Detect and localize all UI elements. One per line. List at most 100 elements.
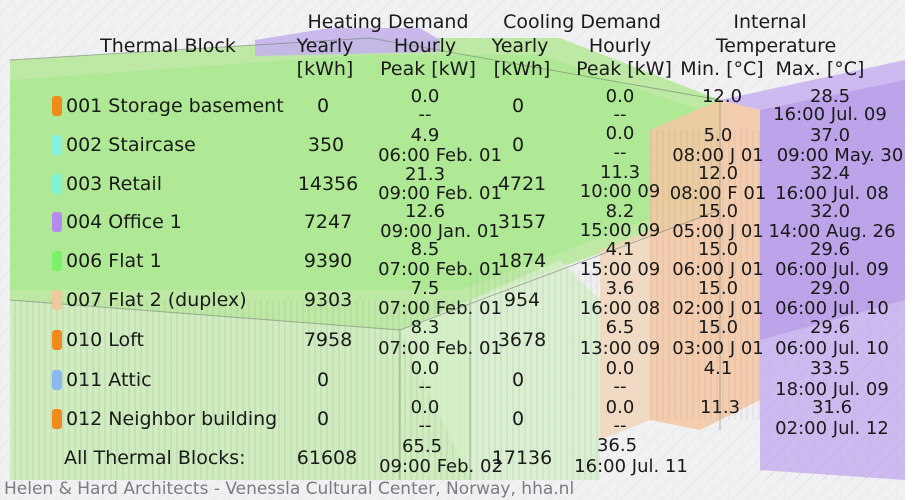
block-color-swatch (52, 330, 62, 350)
cool-peak-value: 0.0 (605, 123, 635, 144)
min-temp-value: 15.0 (697, 317, 739, 338)
heat-peak-time: 06:00 Feb. 01 (378, 145, 502, 166)
heating-demand-header: Heating Demand (307, 11, 469, 33)
block-color-swatch (52, 96, 62, 116)
max-temp-time: 06:00 Jul. 10 (775, 338, 889, 359)
cool-yearly-value: 0 (511, 408, 525, 430)
heat-yearly-value: 7247 (303, 211, 353, 233)
block-name: 002 Staircase (66, 134, 196, 156)
total-heat-yearly: 61608 (296, 447, 358, 469)
cool-yearly-value: 3678 (497, 329, 547, 351)
heat-peak-time: -- (418, 376, 432, 397)
cool-peak-time: 10:00 09 (579, 181, 661, 202)
block-name: 004 Office 1 (66, 211, 182, 233)
min-temp-time: 03:00 J 01 (672, 338, 764, 359)
heat-peak-value: 8.5 (410, 239, 440, 260)
cool-peak-unit: Peak [kW] (576, 58, 672, 80)
heat-peak-time: 07:00 Feb. 01 (378, 259, 502, 280)
cool-peak-time: -- (613, 104, 627, 125)
block-color-swatch (52, 212, 62, 232)
heat-peak-time: -- (418, 415, 432, 436)
min-temp-value: 12.0 (697, 163, 739, 184)
image-credit: Helen & Hard Architects - Venessla Cultu… (4, 479, 575, 499)
min-temp-header: Min. [°C] (680, 58, 764, 80)
max-temp-time: 06:00 Jul. 09 (775, 259, 889, 280)
max-temp-value: 29.6 (809, 239, 851, 260)
block-color-swatch (52, 174, 62, 194)
cool-yearly-unit: [kWh] (493, 58, 551, 80)
cooling-demand-header: Cooling Demand (503, 11, 661, 33)
heat-yearly-value: 7958 (303, 329, 353, 351)
heat-yearly-value: 0 (316, 95, 330, 117)
min-temp-value: 11.3 (699, 397, 741, 418)
total-cool-peak: 36.5 (596, 435, 638, 456)
heat-yearly-unit: [kWh] (296, 58, 354, 80)
min-temp-time: 06:00 J 01 (672, 259, 764, 280)
cool-peak-value: 6.5 (605, 317, 635, 338)
max-temp-time: 02:00 Jul. 12 (775, 418, 889, 439)
block-color-swatch (52, 290, 62, 310)
cool-peak-time: -- (613, 415, 627, 436)
total-cool-peak-time: 16:00 Jul. 11 (574, 456, 688, 477)
heat-peak-time: 09:00 Jan. 01 (380, 221, 500, 242)
cool-peak-time: 13:00 09 (579, 338, 661, 359)
cool-yearly-value: 0 (511, 134, 525, 156)
cool-yearly-value: 954 (503, 289, 541, 311)
heat-yearly-value: 350 (307, 134, 345, 156)
cool-hourly-header: Hourly (588, 35, 652, 57)
cool-peak-time: -- (613, 142, 627, 163)
cool-peak-time: 15:00 09 (579, 259, 661, 280)
cool-yearly-header: Yearly (491, 35, 549, 57)
min-temp-value: 4.1 (703, 358, 733, 379)
heat-peak-value: 21.3 (404, 164, 446, 185)
heat-yearly-value: 0 (316, 369, 330, 391)
block-name: 010 Loft (66, 329, 144, 351)
block-color-swatch (52, 370, 62, 390)
internal-header: Internal (733, 11, 807, 33)
cool-yearly-value: 3157 (497, 211, 547, 233)
max-temp-value: 33.5 (809, 358, 851, 379)
cool-peak-value: 8.2 (605, 201, 635, 222)
thermal-block-header: Thermal Block (100, 35, 236, 57)
cool-yearly-value: 4721 (497, 173, 547, 195)
heat-peak-time: 07:00 Feb. 01 (378, 298, 502, 319)
heat-yearly-value: 0 (316, 408, 330, 430)
heat-yearly-value: 9390 (303, 250, 353, 272)
heat-yearly-value: 14356 (297, 173, 359, 195)
max-temp-header: Max. [°C] (775, 58, 865, 80)
heat-peak-value: 12.6 (404, 201, 446, 222)
cool-peak-value: 4.1 (605, 239, 635, 260)
block-color-swatch (52, 251, 62, 271)
temperature-header: Temperature (715, 35, 837, 57)
block-name: 006 Flat 1 (66, 250, 162, 272)
max-temp-time: 16:00 Jul. 09 (773, 104, 887, 125)
block-name: 012 Neighbor building (66, 408, 278, 430)
block-color-swatch (52, 135, 62, 155)
min-temp-value: 15.0 (697, 278, 739, 299)
heat-hourly-header: Hourly (393, 35, 457, 57)
cool-yearly-value: 1874 (497, 250, 547, 272)
min-temp-value: 12.0 (701, 86, 743, 107)
total-cool-yearly: 17136 (491, 447, 553, 469)
block-name: 011 Attic (66, 369, 152, 391)
max-temp-time: 06:00 Jul. 10 (775, 298, 889, 319)
cool-peak-time: 16:00 08 (579, 298, 661, 319)
min-temp-value: 15.0 (697, 201, 739, 222)
block-name: 001 Storage basement (66, 95, 284, 117)
block-name: 007 Flat 2 (duplex) (66, 289, 247, 311)
cool-yearly-value: 0 (511, 95, 525, 117)
heat-peak-unit: Peak [kW] (380, 58, 476, 80)
heat-peak-time: 07:00 Feb. 01 (378, 338, 502, 359)
min-temp-value: 15.0 (697, 239, 739, 260)
total-heat-peak-time: 09:00 Feb. 02 (379, 456, 503, 477)
heat-peak-value: 7.5 (410, 278, 440, 299)
heat-peak-time: -- (418, 104, 432, 125)
max-temp-value: 31.6 (811, 397, 853, 418)
heat-yearly-value: 9303 (303, 289, 353, 311)
cool-peak-value: 3.6 (605, 278, 635, 299)
max-temp-value: 32.4 (809, 163, 851, 184)
cool-yearly-value: 0 (511, 369, 525, 391)
min-temp-value: 5.0 (703, 125, 733, 146)
block-name: 003 Retail (66, 173, 162, 195)
heat-yearly-header: Yearly (296, 35, 354, 57)
